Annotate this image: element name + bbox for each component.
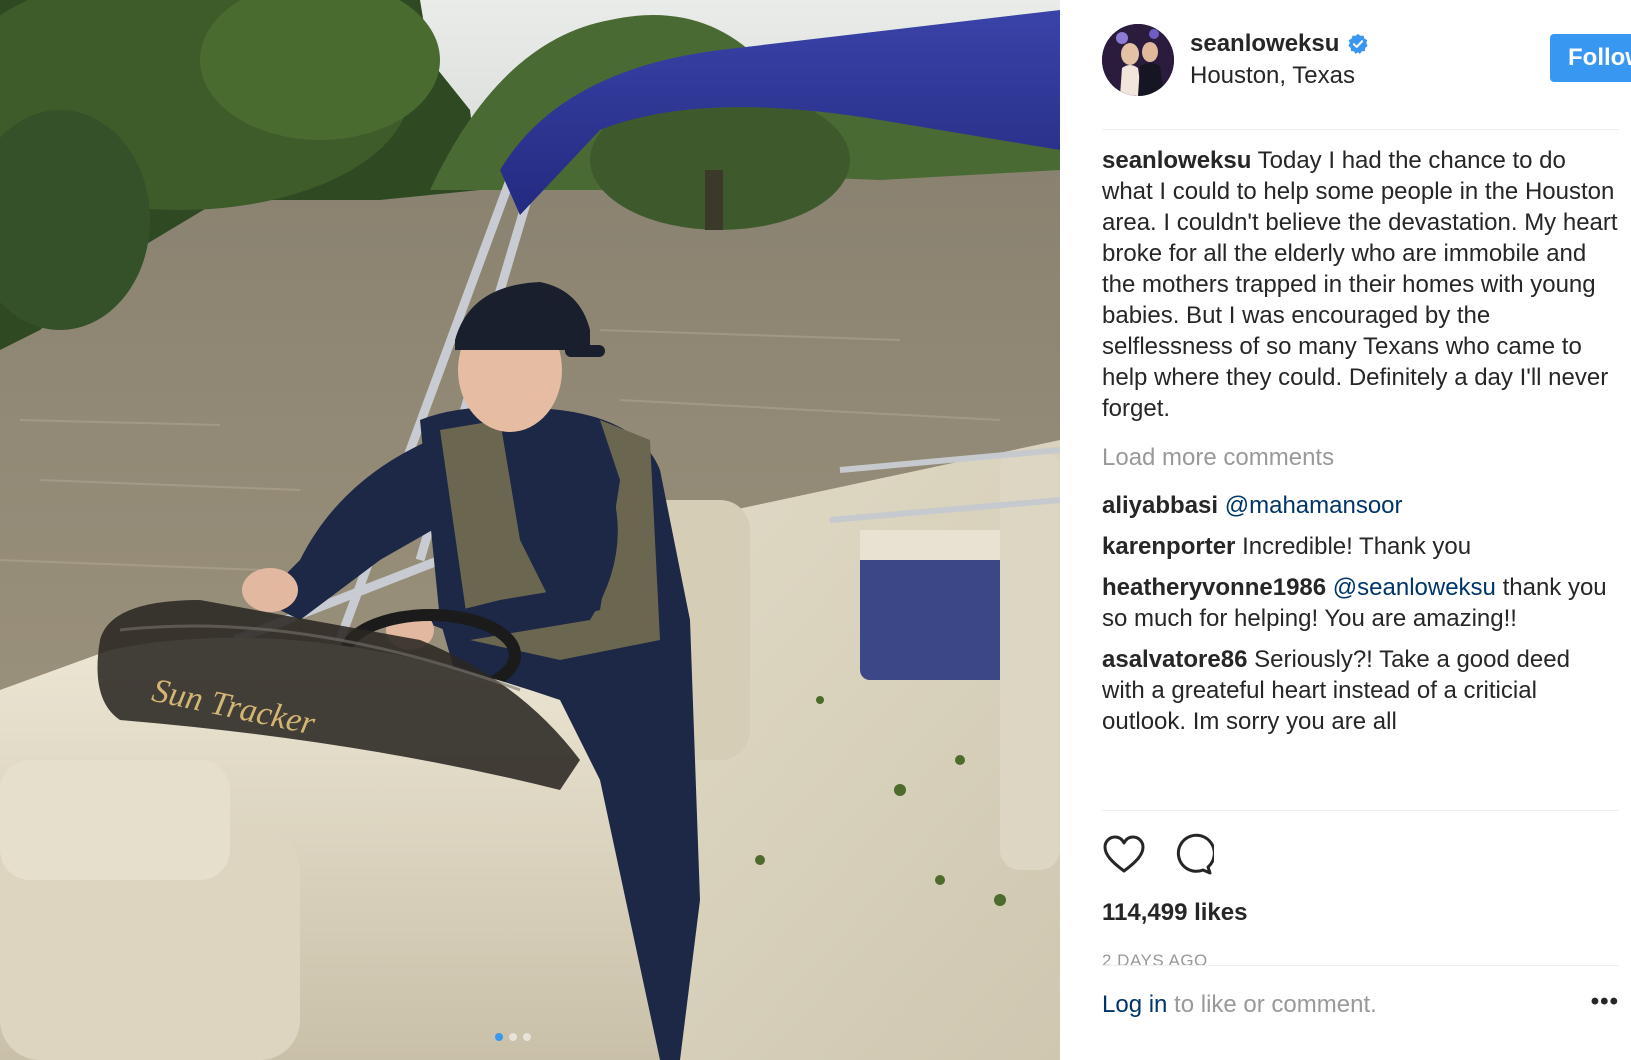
comment-icon[interactable] [1170,833,1214,877]
comment-username[interactable]: aliyabbasi [1102,492,1218,519]
carousel-dot[interactable] [495,1033,503,1041]
post-footer: Log in to like or comment. ••• [1102,965,1619,1035]
flood-boat-photo: Sun Tracker [0,0,1060,1060]
follow-button[interactable]: Follow [1550,34,1631,82]
post-location[interactable]: Houston, Texas [1190,62,1355,90]
comment-username[interactable]: asalvatore86 [1102,646,1247,673]
login-prompt-text: to like or comment. [1167,991,1377,1018]
post-actions: 114,499 likes 2 DAYS AGO [1102,810,1619,990]
carousel-indicator[interactable] [495,1033,531,1041]
comment-mention[interactable]: @mahamansoor [1225,492,1403,519]
post-caption: seanloweksu Today I had the chance to do… [1102,145,1619,424]
header-username-row: seanloweksu [1190,30,1369,58]
avatar[interactable] [1102,24,1174,96]
comment-text: Incredible! Thank you [1242,533,1472,560]
verified-badge-icon [1348,33,1369,54]
login-link[interactable]: Log in [1102,991,1167,1018]
comment-item: heatheryvonne1986 @seanloweksu thank you… [1102,572,1619,634]
likes-count[interactable]: 114,499 likes [1102,899,1247,927]
avatar-image [1102,24,1174,96]
comment-username[interactable]: karenporter [1102,533,1235,560]
carousel-dot[interactable] [523,1033,531,1041]
carousel-dot[interactable] [509,1033,517,1041]
heart-icon[interactable] [1102,833,1146,877]
comment-mention[interactable]: @seanloweksu [1333,574,1496,601]
comment-username[interactable]: heatheryvonne1986 [1102,574,1326,601]
post-header: seanloweksu Houston, Texas Follow [1102,22,1631,130]
comments-section[interactable]: seanloweksu Today I had the chance to do… [1102,145,1619,810]
login-prompt: Log in to like or comment. [1102,991,1377,1019]
comment-item: aliyabbasi @mahamansoor [1102,490,1619,521]
post-details-panel: seanloweksu Houston, Texas Follow seanlo… [1060,0,1631,1060]
username[interactable]: seanloweksu [1190,30,1339,58]
caption-username[interactable]: seanloweksu [1102,147,1251,174]
comment-item: asalvatore86 Seriously?! Take a good dee… [1102,644,1619,737]
more-options-icon[interactable]: ••• [1591,988,1619,1016]
comment-item: karenporter Incredible! Thank you [1102,531,1619,562]
caption-text: Today I had the chance to do what I coul… [1102,147,1618,422]
post-photo[interactable]: Sun Tracker [0,0,1060,1060]
load-more-comments-link[interactable]: Load more comments [1102,436,1619,480]
